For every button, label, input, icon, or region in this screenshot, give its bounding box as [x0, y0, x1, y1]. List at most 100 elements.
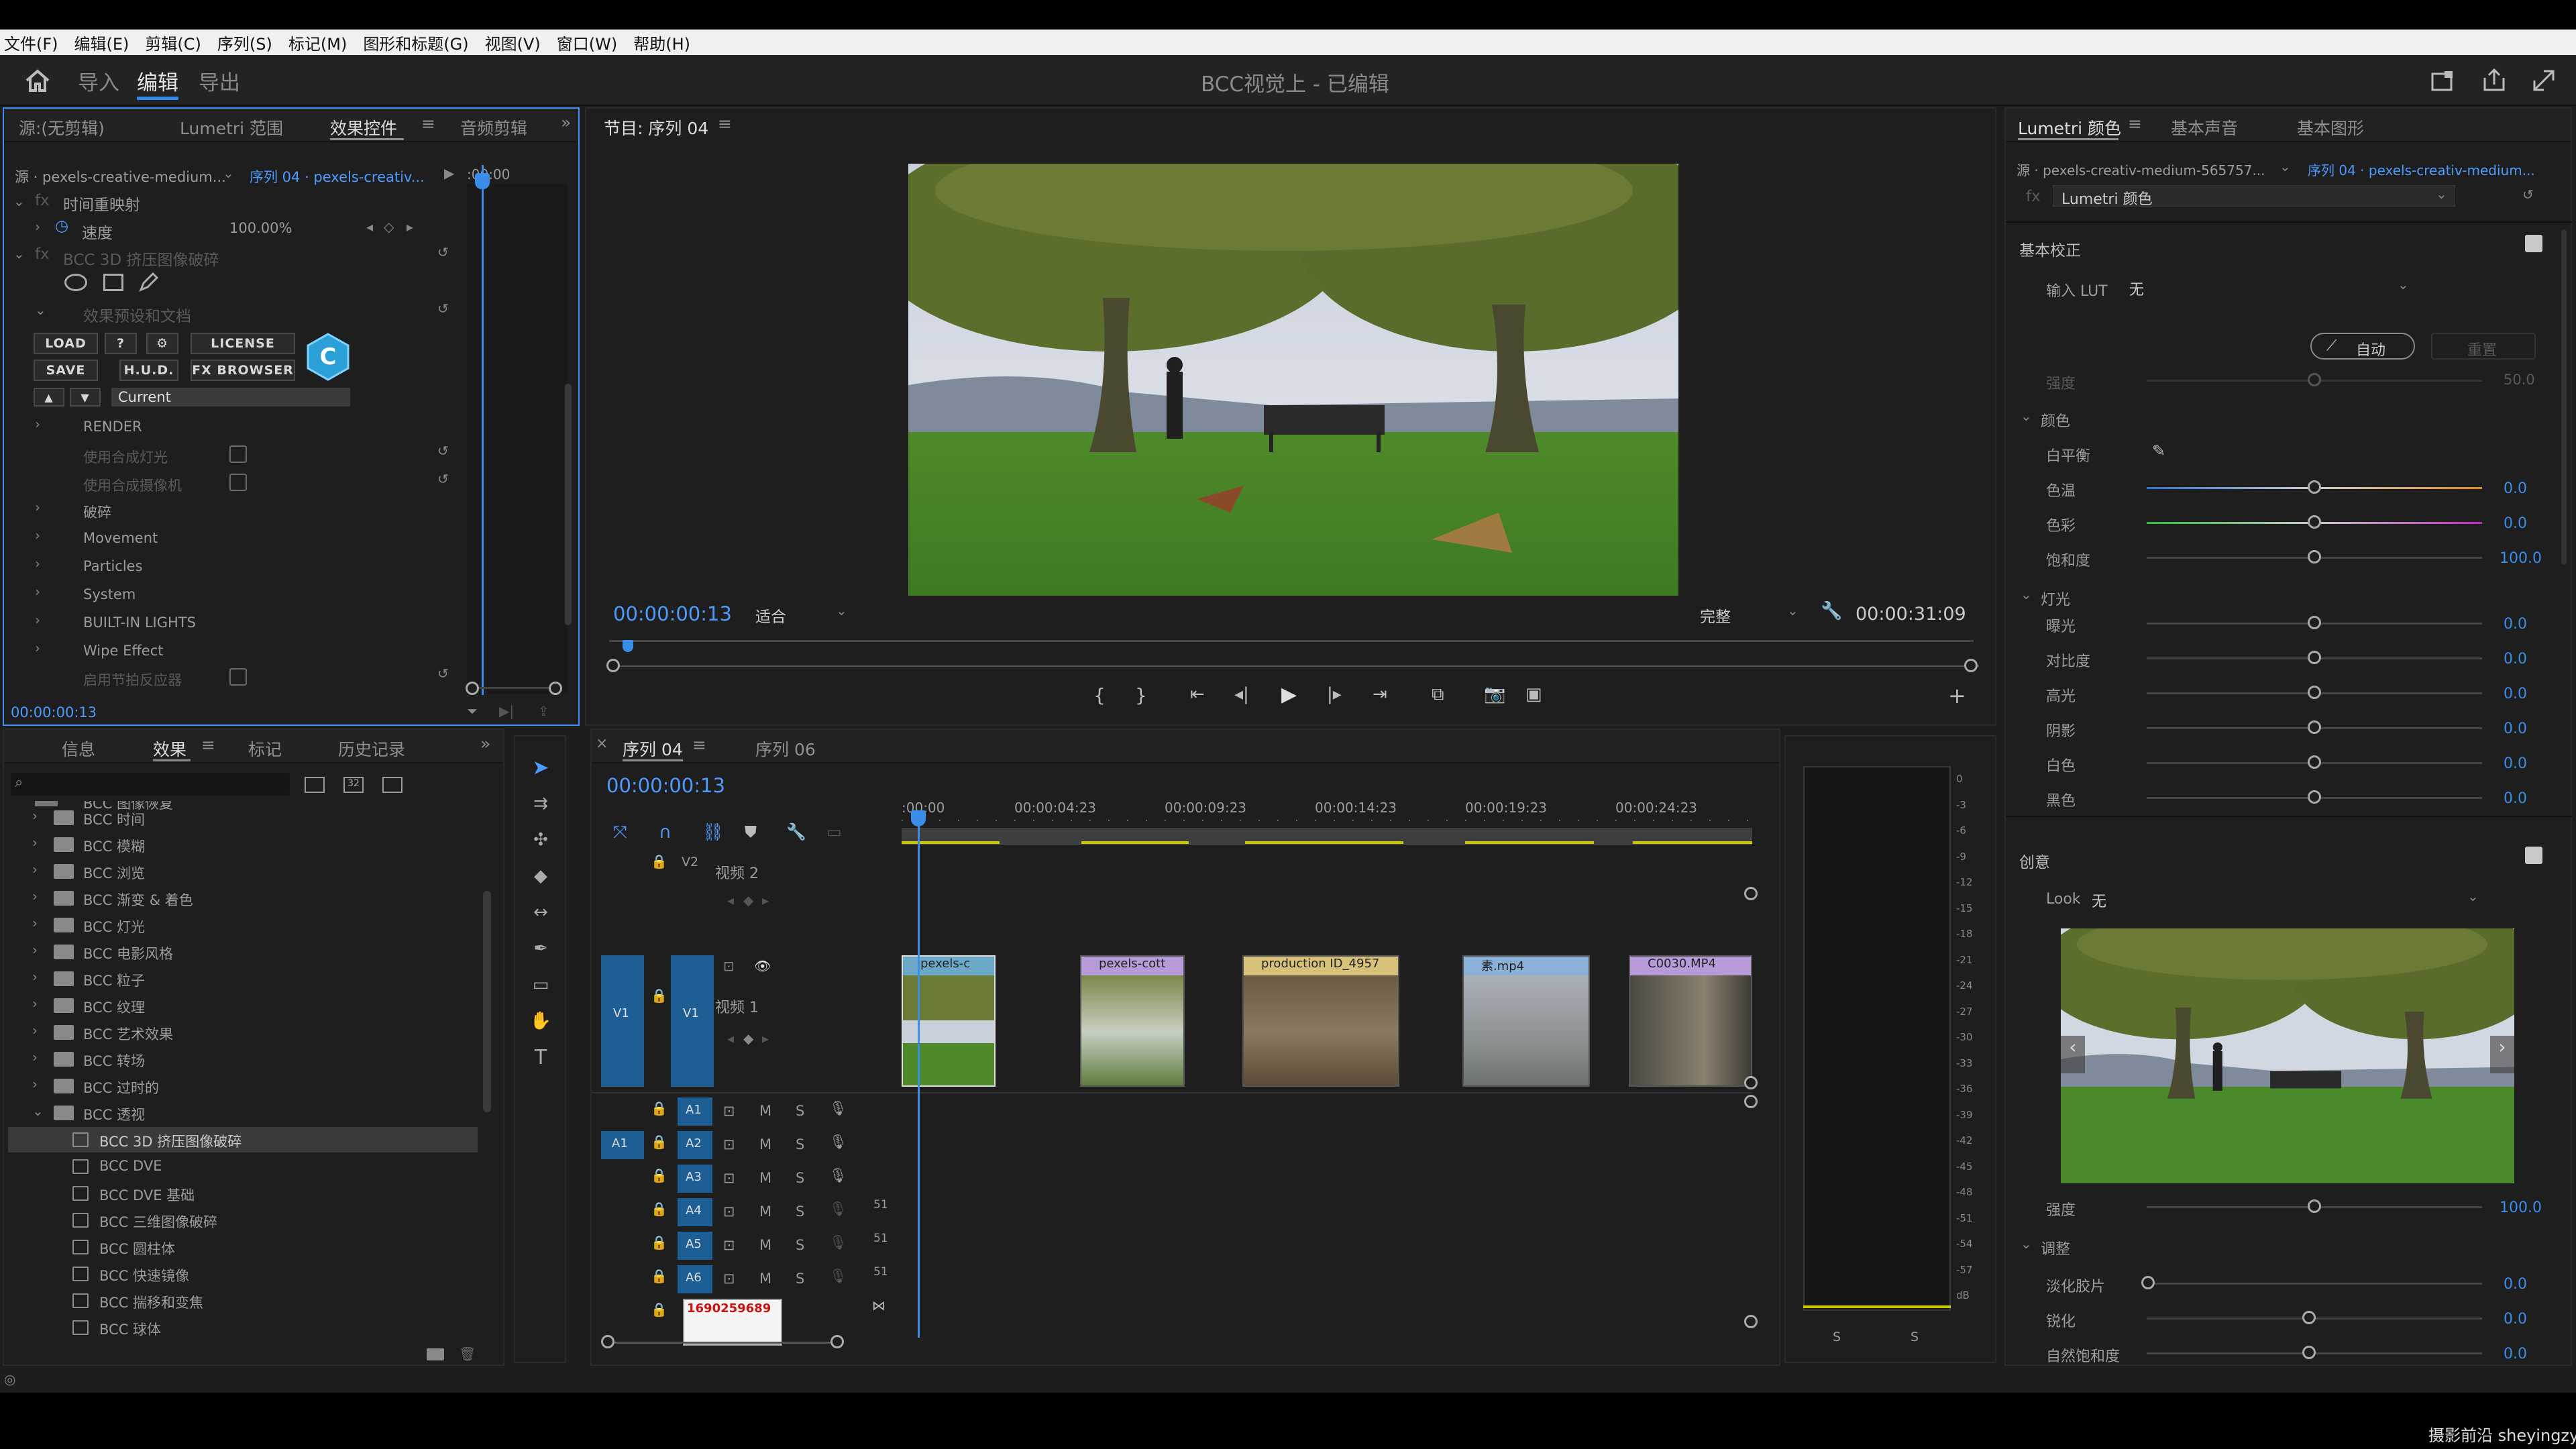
- slip-tool-icon[interactable]: ↔: [527, 899, 554, 926]
- lock-icon[interactable]: 🔒: [651, 1301, 667, 1318]
- input-lut-dropdown[interactable]: 无 ⌄: [2123, 276, 2418, 299]
- clip-5[interactable]: C0030.MP4: [1629, 955, 1752, 1087]
- program-zoom-right[interactable]: [1964, 659, 1978, 672]
- mute-button[interactable]: M: [759, 1203, 771, 1220]
- adjust-section-title[interactable]: 调整: [2041, 1237, 2070, 1258]
- sync-icon[interactable]: ⊡: [723, 1136, 735, 1152]
- menu-marker[interactable]: 标记(M): [288, 31, 347, 54]
- bcc-fx-browser-button[interactable]: FX BROWSER: [191, 360, 295, 381]
- track-a4-target[interactable]: A4: [678, 1198, 712, 1226]
- expand-icon[interactable]: ›: [32, 1076, 38, 1092]
- stopwatch-icon[interactable]: ◷: [55, 217, 68, 235]
- effect-item-selected[interactable]: BCC 3D 挤压图像破碎: [8, 1127, 478, 1152]
- expand-icon[interactable]: ›: [35, 527, 40, 543]
- timeline-ruler[interactable]: :00:00 00:00:04:23 00:00:09:23 00:00:14:…: [902, 794, 1752, 828]
- collapse-icon[interactable]: ⌄: [32, 1103, 44, 1119]
- sharpen-value[interactable]: 0.0: [2504, 1311, 2527, 1328]
- expand-icon[interactable]: ›: [32, 835, 38, 851]
- eye-icon[interactable]: 👁: [754, 958, 771, 974]
- expand-icon[interactable]: ›: [32, 1022, 38, 1038]
- share-icon[interactable]: [2481, 67, 2508, 93]
- intensity-knob[interactable]: [2308, 373, 2321, 386]
- saturation-value[interactable]: 100.0: [2500, 550, 2542, 567]
- tab-lumetri-scopes[interactable]: Lumetri 范围: [180, 115, 283, 140]
- sequence-clip-label[interactable]: 序列 04 · pexels-creativ...: [250, 166, 425, 186]
- tab-history[interactable]: 历史记录: [338, 737, 405, 761]
- mic-icon[interactable]: 🎙: [829, 1268, 847, 1285]
- v-scroll-handle-bottom[interactable]: [1744, 1076, 1758, 1089]
- menu-view[interactable]: 视图(V): [485, 31, 541, 54]
- quality-dropdown[interactable]: 完整 ⌄: [1693, 601, 1807, 626]
- mark-in-icon[interactable]: {: [1093, 684, 1106, 706]
- exposure-knob[interactable]: [2308, 616, 2321, 629]
- blacks-value[interactable]: 0.0: [2504, 790, 2527, 807]
- mute-button[interactable]: M: [759, 1271, 771, 1287]
- panel-menu-icon[interactable]: ≡: [421, 114, 435, 133]
- sync-icon[interactable]: ⊡: [723, 1170, 735, 1186]
- reset-icon[interactable]: ↺: [437, 665, 449, 682]
- timeline-timecode[interactable]: 00:00:00:13: [606, 774, 725, 797]
- creative-title[interactable]: 创意: [2019, 849, 2050, 872]
- solo-button[interactable]: S: [796, 1237, 804, 1253]
- timeline-playhead[interactable]: [918, 810, 920, 1338]
- mic-icon[interactable]: 🎙: [829, 1134, 847, 1150]
- highlights-value[interactable]: 0.0: [2504, 686, 2527, 702]
- use-comp-camera-checkbox[interactable]: [229, 474, 247, 491]
- status-icon[interactable]: ◎: [4, 1371, 15, 1387]
- basic-correction-checkbox[interactable]: [2525, 235, 2542, 252]
- add-keyframe-icon[interactable]: ◇: [384, 219, 394, 235]
- mute-button[interactable]: M: [759, 1136, 771, 1152]
- add-keyframe-icon[interactable]: ◆: [743, 1030, 753, 1046]
- timeline-settings-icon[interactable]: 🔧: [786, 822, 806, 841]
- mute-button[interactable]: M: [759, 1170, 771, 1186]
- toggle-sync-lock-icon[interactable]: ⊡: [723, 958, 735, 974]
- ec-playhead[interactable]: [482, 165, 484, 695]
- lock-icon[interactable]: 🔒: [651, 853, 667, 869]
- look-next-icon[interactable]: ›: [2490, 1036, 2514, 1073]
- solo-button[interactable]: S: [796, 1136, 804, 1152]
- speed-value[interactable]: 100.00%: [229, 220, 292, 236]
- solo-button[interactable]: S: [796, 1271, 804, 1287]
- clip-2[interactable]: pexels-cott: [1080, 955, 1185, 1087]
- shadows-knob[interactable]: [2308, 720, 2321, 734]
- collapse-icon[interactable]: ⌄: [2021, 1236, 2032, 1252]
- export-frame-icon[interactable]: ⇪: [538, 703, 549, 719]
- tint-knob[interactable]: [2308, 515, 2321, 529]
- saturation-knob[interactable]: [2308, 550, 2321, 564]
- faded-film-value[interactable]: 0.0: [2504, 1276, 2527, 1293]
- ws-tab-export[interactable]: 导出: [199, 66, 240, 96]
- type-tool-icon[interactable]: T: [527, 1044, 554, 1071]
- sync-icon[interactable]: ⊡: [723, 1237, 735, 1253]
- meter-solo-right[interactable]: S: [1911, 1330, 1919, 1344]
- lift-icon[interactable]: ⧉: [1432, 684, 1444, 705]
- program-zoom-left[interactable]: [606, 659, 620, 672]
- close-tab-icon[interactable]: ×: [596, 735, 608, 752]
- ec-playhead-handle[interactable]: [475, 173, 490, 189]
- collapse-icon[interactable]: ⌄: [2021, 586, 2032, 602]
- play-only-icon[interactable]: ▶: [444, 165, 454, 181]
- ellipse-mask-icon[interactable]: [64, 274, 87, 291]
- timeline-end-icon[interactable]: ⋈: [872, 1297, 885, 1313]
- whites-value[interactable]: 0.0: [2504, 755, 2527, 772]
- ec-timecode[interactable]: 00:00:00:13: [11, 704, 97, 720]
- delete-icon[interactable]: 🗑: [459, 1346, 476, 1362]
- linked-selection-icon[interactable]: ⛓: [702, 822, 724, 843]
- wrench-icon[interactable]: 🔧: [1821, 601, 1842, 621]
- bcc-settings-button[interactable]: ⚙: [146, 333, 178, 354]
- exposure-value[interactable]: 0.0: [2504, 616, 2527, 633]
- chevron-down-icon[interactable]: ⌄: [2279, 158, 2291, 174]
- reset-icon[interactable]: ↺: [437, 301, 449, 317]
- lumetri-effect-select[interactable]: Lumetri 颜色 ⌄: [2053, 185, 2455, 208]
- expand-icon[interactable]: ›: [35, 640, 40, 656]
- sync-icon[interactable]: ⊡: [723, 1103, 735, 1119]
- menu-edit[interactable]: 编辑(E): [74, 31, 129, 54]
- effects-search-input[interactable]: ⌕: [11, 773, 290, 796]
- highlights-knob[interactable]: [2308, 686, 2321, 699]
- v-scroll-handle-top[interactable]: [1744, 887, 1758, 900]
- snap-icon[interactable]: ∩: [659, 822, 672, 843]
- a-scroll-handle-bottom[interactable]: [1744, 1315, 1758, 1328]
- tab-essential-sound[interactable]: 基本声音: [2171, 115, 2238, 140]
- step-forward-icon[interactable]: |▸: [1327, 684, 1342, 704]
- source-v1-patch[interactable]: V1: [601, 955, 644, 1087]
- lock-icon[interactable]: 🔒: [651, 1234, 667, 1250]
